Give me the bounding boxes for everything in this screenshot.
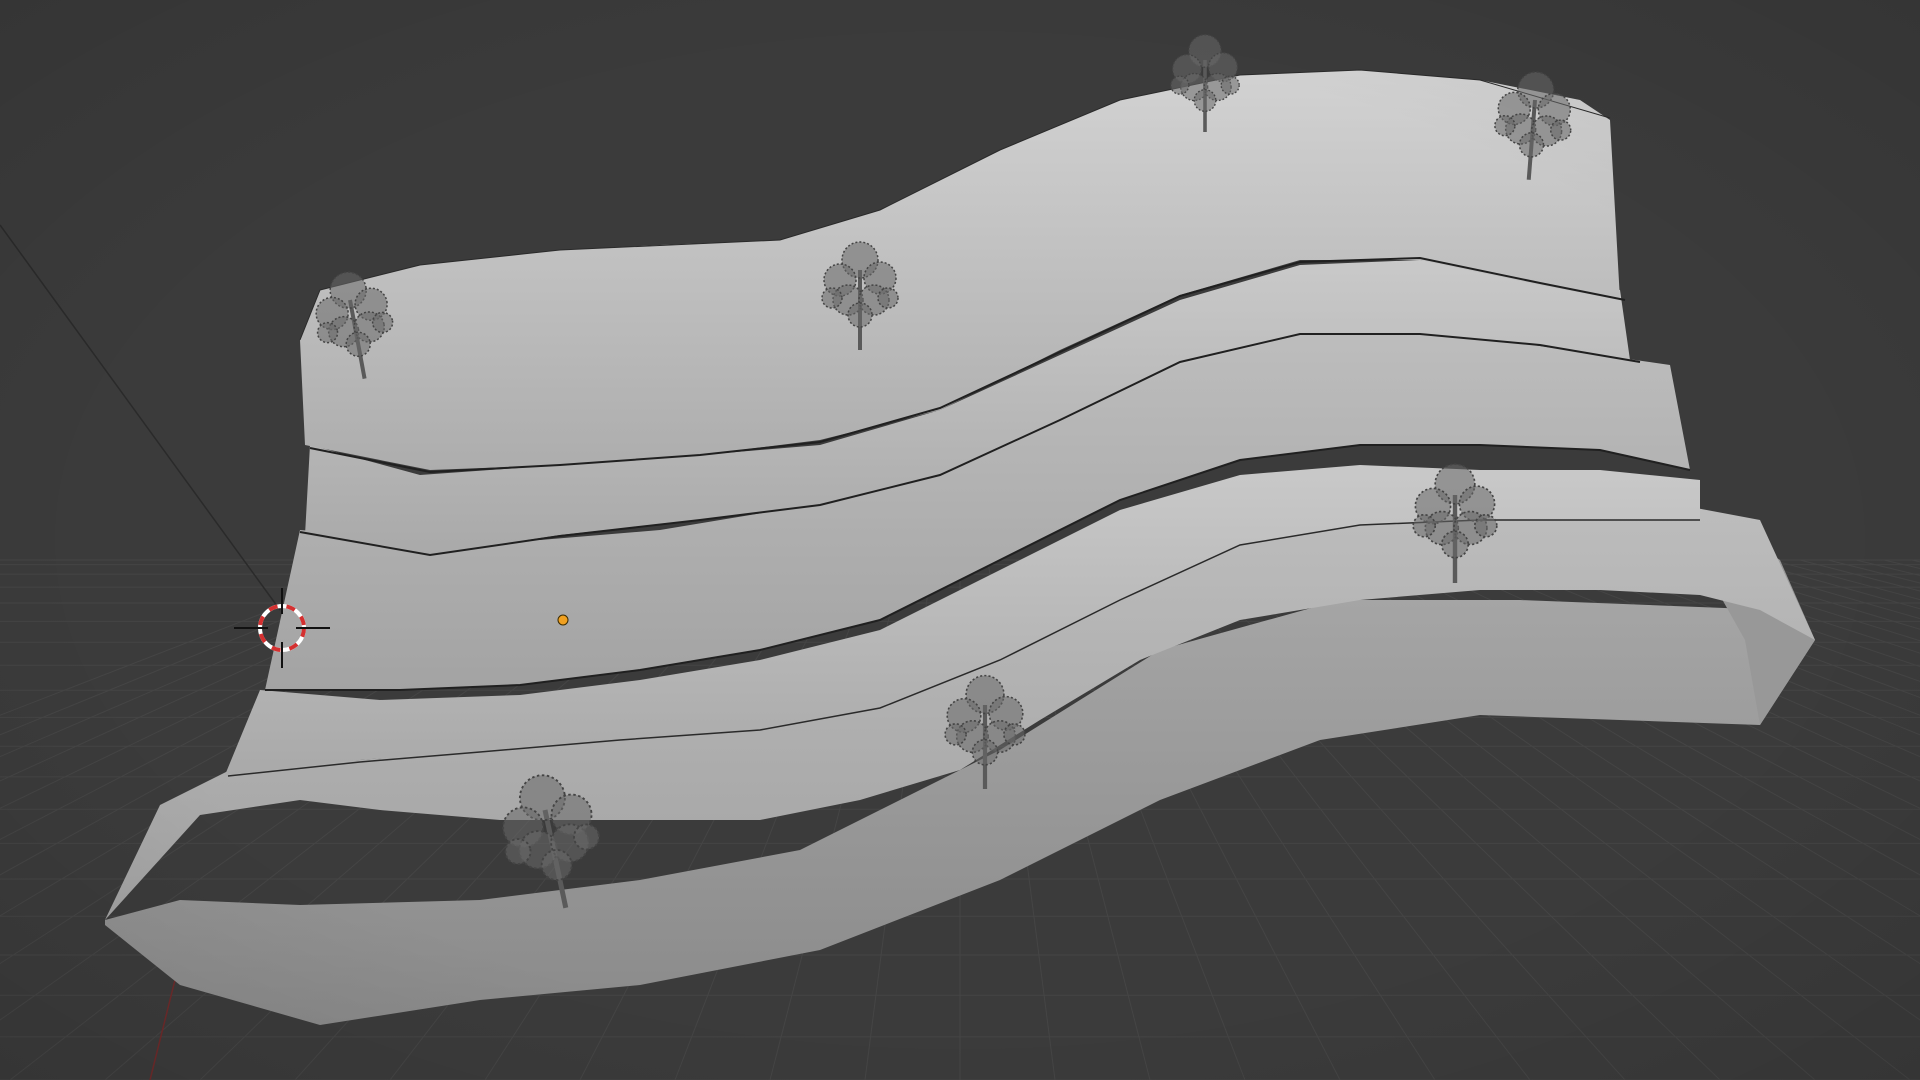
viewport-scene[interactable]	[0, 0, 1920, 1080]
3d-viewport[interactable]	[0, 0, 1920, 1080]
viewport-vignette	[0, 0, 1920, 1080]
